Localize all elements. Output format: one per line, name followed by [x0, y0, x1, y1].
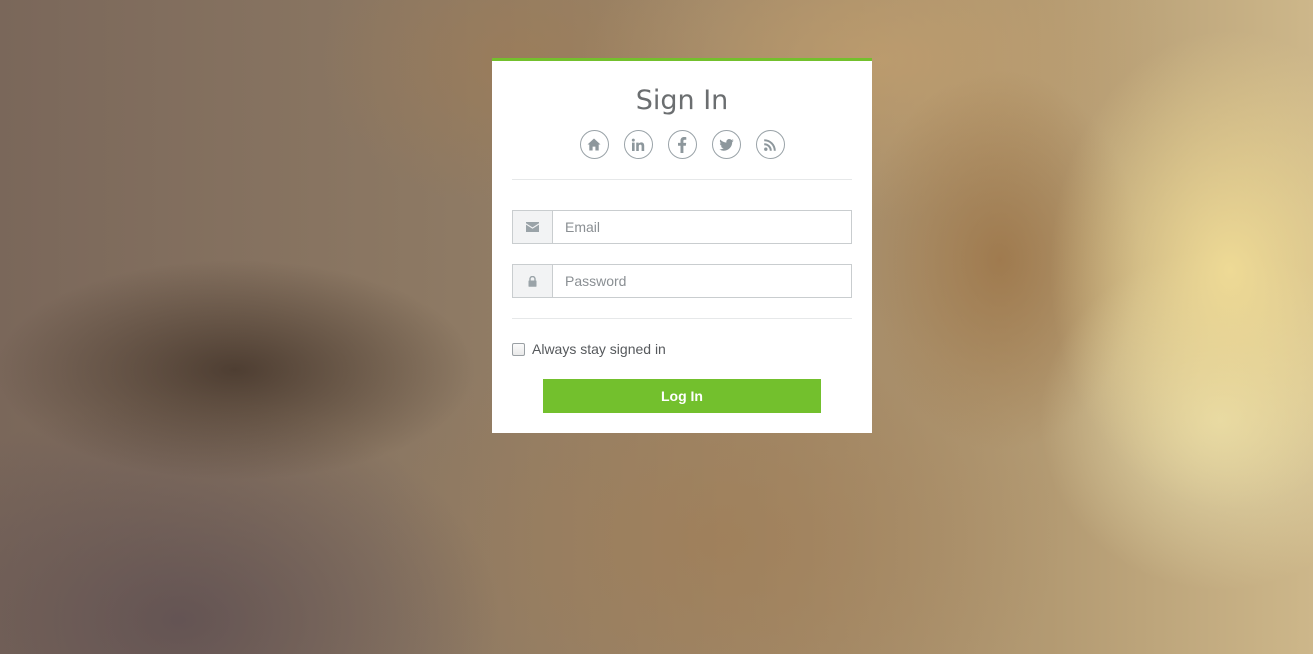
rss-link[interactable] [755, 130, 785, 159]
facebook-link[interactable] [667, 130, 697, 159]
email-addon [513, 211, 553, 243]
password-field [512, 264, 852, 298]
home-link[interactable] [579, 130, 609, 159]
login-card: Sign In Email Always stay signed in Log … [492, 58, 872, 433]
header-divider [512, 179, 852, 180]
page-title: Sign In [635, 85, 729, 116]
linkedin-link[interactable] [623, 130, 653, 159]
form-divider [512, 318, 852, 319]
facebook-icon [678, 136, 687, 153]
twitter-icon [718, 138, 734, 151]
password-addon [513, 265, 553, 297]
rss-icon [764, 138, 776, 151]
remember-label: Always stay signed in [532, 341, 666, 357]
home-icon [587, 138, 601, 151]
remember-me: Always stay signed in [512, 341, 666, 357]
email-input[interactable] [553, 211, 851, 243]
remember-checkbox[interactable] [512, 342, 525, 356]
email-field [512, 210, 852, 244]
twitter-link[interactable] [711, 130, 741, 159]
lock-icon [528, 275, 537, 287]
login-button[interactable]: Log In [543, 379, 821, 413]
envelope-icon [526, 222, 539, 232]
linkedin-icon [631, 138, 645, 151]
social-links [492, 130, 872, 159]
password-input[interactable] [553, 265, 851, 297]
